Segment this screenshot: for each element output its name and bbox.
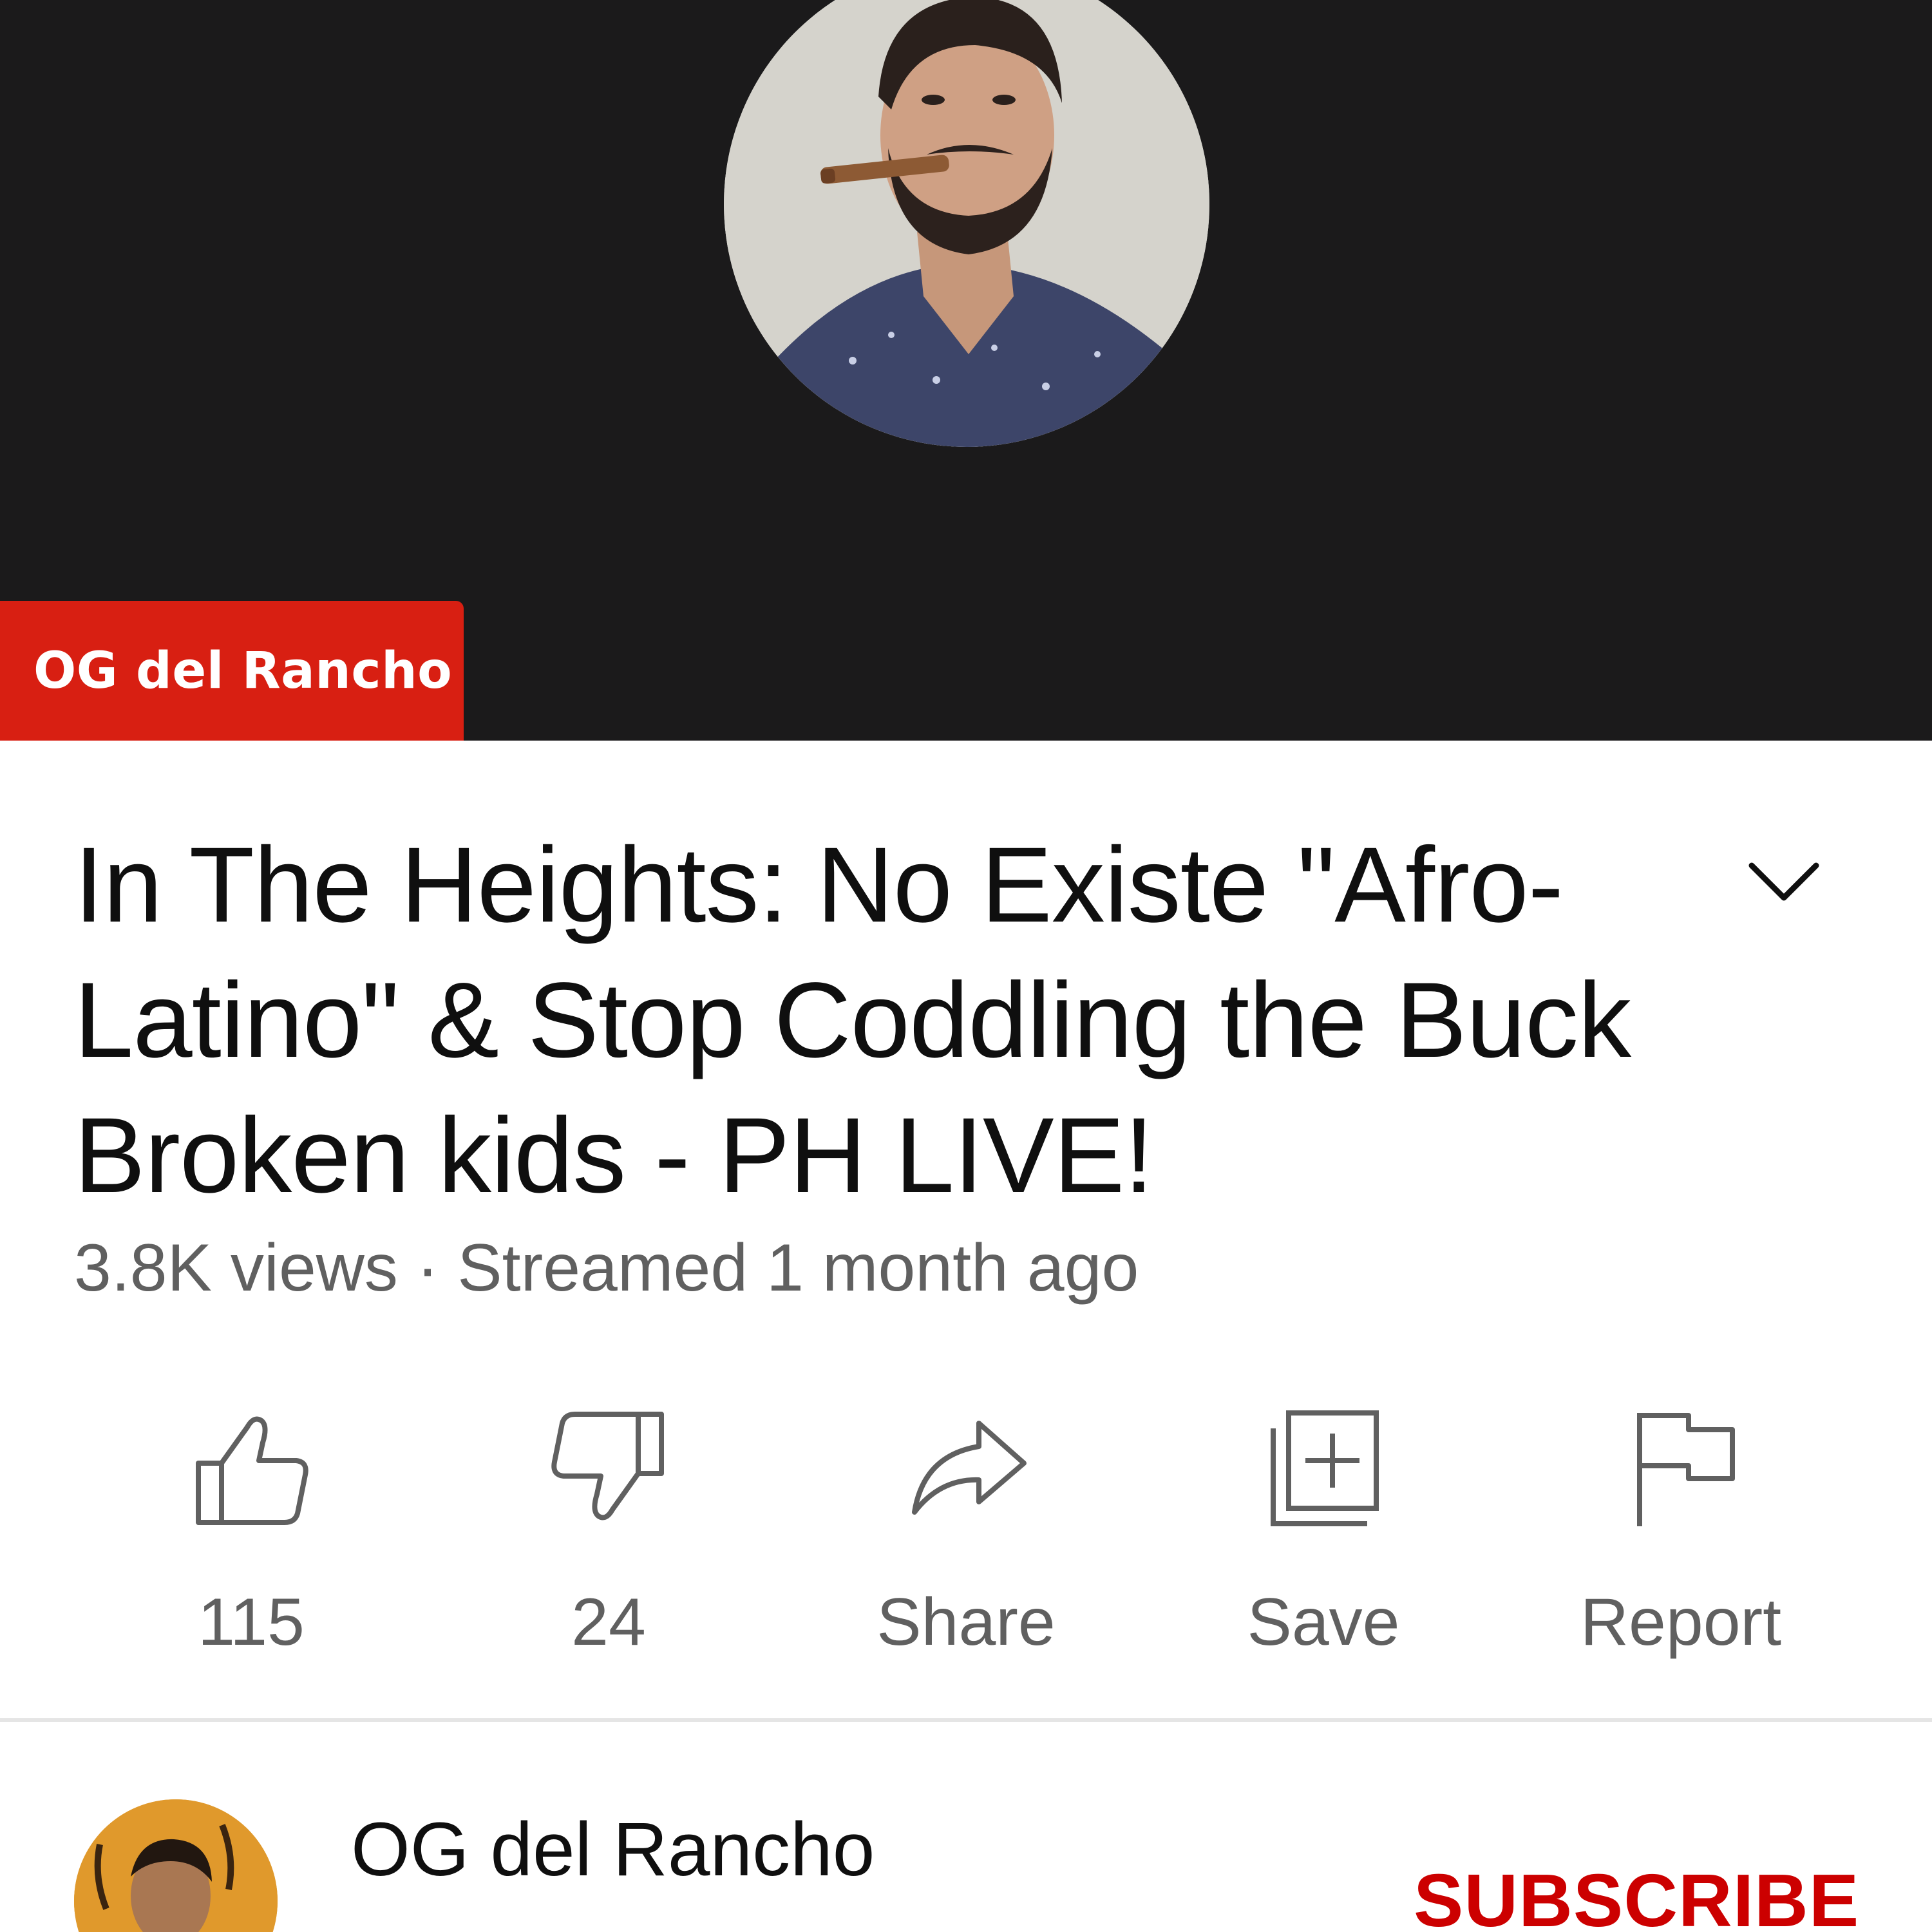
dislike-icon [544,1404,673,1533]
save-button[interactable]: Save [1169,1397,1478,1660]
like-button[interactable]: 115 [97,1397,406,1660]
dislike-button[interactable]: 24 [454,1397,763,1660]
report-button[interactable]: Report [1526,1397,1835,1660]
subscribe-button[interactable]: SUBSCRIBE [1414,1857,1859,1932]
channel-name[interactable]: OG del Rancho [351,1806,875,1893]
channel-tag-label: OG del Rancho [33,641,453,700]
thumbnail-portrait [724,0,1209,447]
report-label: Report [1580,1585,1782,1660]
dislike-count: 24 [571,1585,646,1660]
report-icon [1616,1404,1745,1533]
channel-row: OG del Rancho SUBSCRIBE [0,1722,1932,1932]
channel-avatar[interactable] [74,1799,278,1932]
save-label: Save [1247,1585,1400,1660]
chevron-down-icon[interactable] [1745,857,1823,908]
video-meta: 3.8K views · Streamed 1 month ago [74,1231,1139,1305]
action-bar: 115 24 Share Save Report [0,1397,1932,1668]
video-player[interactable]: OG del Rancho [0,0,1932,741]
like-icon [187,1404,316,1533]
video-title-block[interactable]: In The Heights: No Existe "Afro-Latino" … [74,818,1723,1224]
like-count: 115 [198,1585,305,1660]
video-title: In The Heights: No Existe "Afro-Latino" … [74,826,1631,1215]
channel-tag: OG del Rancho [0,601,464,741]
share-label: Share [876,1585,1056,1660]
share-icon [902,1404,1030,1533]
share-button[interactable]: Share [811,1397,1121,1660]
save-icon [1259,1404,1388,1533]
video-watch-page: OG del Rancho In The Heights: No Existe … [0,0,1932,1932]
